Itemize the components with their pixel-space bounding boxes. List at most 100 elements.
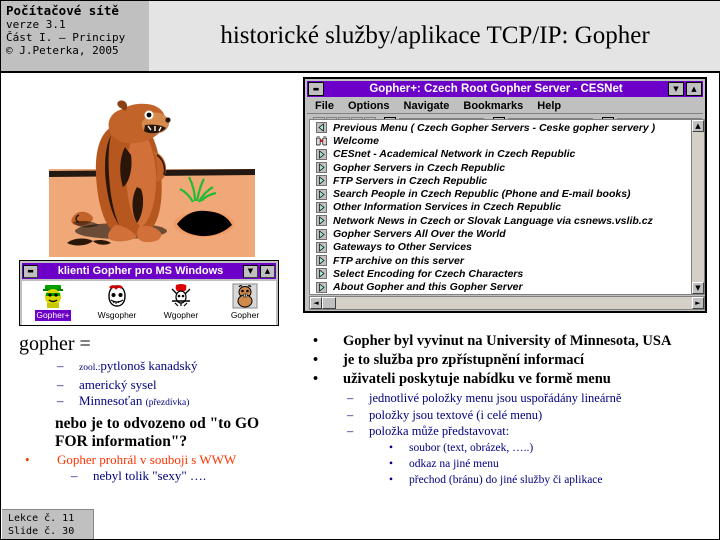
bullet-marker: • [313,333,319,349]
definition-item: – Minnesoťan (přezdívka) [57,393,295,412]
list-item-label: CESnet - Academical Network in Czech Rep… [333,148,576,161]
maximize-icon[interactable]: ▲ [260,264,275,278]
folder-arrow-icon [316,255,327,267]
bullet-marker: • [389,441,394,454]
gopher-window-titlebar[interactable]: ▬ Gopher+: Czech Root Gopher Server - CE… [307,81,703,97]
list-item-label: Network News in Czech or Slovak Language… [333,214,653,227]
fact-subsub: • odkaz na jiné menu [389,456,713,472]
list-item[interactable]: FTP Servers in Czech Republic [316,174,691,187]
program-icon-label: Gopher [230,310,260,320]
gopher-definition-heading: gopher = [19,333,91,355]
dash-marker: – [347,424,354,438]
slide-header: Počítačové sítě verze 3.1 Část I. – Prin… [1,1,720,73]
list-item-label: Welcome [333,134,379,147]
menu-item-bookmarks[interactable]: Bookmarks [463,100,523,112]
brand-copyright: © J.Peterka, 2005 [6,44,119,57]
list-item-label: Select Encoding for Czech Characters [333,267,524,280]
restore-icon[interactable]: ▼ [668,82,684,96]
gopher-client-window[interactable]: ▬ Gopher+: Czech Root Gopher Server - CE… [303,77,707,313]
fact-bullet-text: uživateli poskytuje nabídku ve formě men… [343,371,611,387]
folder-arrow-icon [316,202,327,213]
list-item[interactable]: Other Information Services in Czech Repu… [316,201,691,214]
menu-item-file[interactable]: File [315,100,334,112]
list-item-label: FTP archive on this server [333,254,464,267]
list-item[interactable]: Welcome [316,134,691,147]
menu-item-options[interactable]: Options [348,100,390,112]
scroll-up-button[interactable]: ▲ [692,120,704,132]
left-content: gopher = – zool.:pytlonoš kanadský – ame… [13,333,295,484]
folder-arrow-icon [316,228,327,240]
program-icon-label: Wsgopher [97,310,137,320]
binoculars-icon [316,135,327,146]
program-icon-gopher[interactable]: Gopher [218,283,272,321]
definition-item-text: americký sysel [79,376,157,392]
scroll-down-button[interactable]: ▼ [692,282,704,294]
gopher-menu-list[interactable]: Previous Menu ( Czech Gopher Servers - C… [309,119,705,295]
program-icon-gopher-plus[interactable]: Gopher+ [26,283,80,321]
dash-marker: – [347,391,354,405]
list-item[interactable]: Select Encoding for Czech Characters [316,267,691,280]
folder-arrow-icon [316,281,327,293]
wgopher-icon [168,283,194,309]
gopher-menubar[interactable]: File Options Navigate Bookmarks Help [307,98,703,114]
list-item[interactable]: Network News in Czech or Slovak Language… [316,214,691,227]
list-item[interactable]: Gateways to Other Services [316,241,691,254]
definition-item-text: Minnesoťan (přezdívka) [79,393,189,412]
fact-subsub: • soubor (text, obrázek, …..) [389,440,713,456]
gopher-clients-titlebar[interactable]: ▬ klienti Gopher pro MS Windows ▼ ▲ [22,263,276,279]
slide-root: Počítačové sítě verze 3.1 Část I. – Prin… [0,0,720,540]
hscroll-thumb[interactable] [322,297,336,309]
list-item[interactable]: Gopher Servers All Over the World [316,227,691,240]
bullet-marker: • [389,473,394,486]
back-arrow-icon [316,122,327,134]
definition-item: – americký sysel [57,377,295,394]
vertical-scrollbar[interactable]: ▲ ▼ [691,120,704,294]
gopher-etymology-question: nebo je to odvozeno od "to GO FOR inform… [55,414,260,450]
list-item-label: Previous Menu ( Czech Gopher Servers - C… [333,121,656,134]
gopher-lost-note-text: Gopher prohrál v souboji s WWW [57,451,237,467]
program-icon-wsgopher[interactable]: Wsgopher [90,283,144,321]
definition-item-body: pytlonoš kanadský [100,358,198,373]
lesson-info-box: Lekce č. 11 Slide č. 30 [2,509,94,539]
list-item-label: Gopher Servers in Czech Republic [333,161,506,174]
brand-title: Počítačové sítě [6,3,119,18]
fact-subsub: • přechod (bránu) do jiné služby či apli… [389,472,713,488]
fact-sub: – položky jsou textové (i celé menu) [347,407,713,424]
folder-arrow-icon [316,162,327,173]
definition-item-suffix: (přezdívka) [145,398,190,408]
fact-sub-text: položka může představovat: [369,424,510,438]
menu-item-help[interactable]: Help [537,100,561,112]
right-content: • Gopher byl vyvinut na University of Mi… [301,333,713,488]
minimize-icon[interactable]: ▬ [308,82,324,96]
definition-item-prefix: zool.: [79,363,101,373]
bullet-marker: • [313,371,319,387]
bullet-marker: • [313,352,319,368]
list-item[interactable]: FTP archive on this server [316,254,691,267]
menu-item-navigate[interactable]: Navigate [404,100,450,112]
list-item[interactable]: About Gopher and this Gopher Server [316,281,691,294]
list-item[interactable]: Search People in Czech Republic (Phone a… [316,187,691,200]
minimize-icon[interactable]: ▬ [23,264,38,278]
gopher-window-title-text: Gopher+: Czech Root Gopher Server - CESN… [369,83,623,95]
list-item-label: FTP Servers in Czech Republic [333,174,488,187]
list-item-label: About Gopher and this Gopher Server [333,281,523,294]
folder-arrow-icon [316,148,327,160]
gopher-icon [232,283,258,309]
list-item[interactable]: CESnet - Academical Network in Czech Rep… [316,148,691,161]
folder-arrow-icon [316,241,327,253]
program-icon-wgopher[interactable]: Wgopher [154,283,208,321]
gopher-clients-title-text: klienti Gopher pro MS Windows [57,265,224,277]
scroll-left-button[interactable]: ◄ [310,297,322,309]
maximize-icon[interactable]: ▲ [686,82,702,96]
folder-arrow-icon [316,215,327,227]
gopher-clients-window[interactable]: ▬ klienti Gopher pro MS Windows ▼ ▲ Goph… [19,260,279,326]
restore-icon[interactable]: ▼ [243,264,258,278]
definition-item-body: Minnesoťan [79,393,143,408]
horizontal-scrollbar[interactable]: ◄ ► [309,296,705,310]
fact-sub-text: jednotlivé položky menu jsou uspořádány … [369,391,622,405]
scroll-right-button[interactable]: ► [692,297,704,309]
list-item[interactable]: Gopher Servers in Czech Republic [316,161,691,174]
fact-bullet: • Gopher byl vyvinut na University of Mi… [313,333,713,350]
hscroll-track[interactable] [336,297,692,309]
list-item[interactable]: Previous Menu ( Czech Gopher Servers - C… [316,121,691,134]
